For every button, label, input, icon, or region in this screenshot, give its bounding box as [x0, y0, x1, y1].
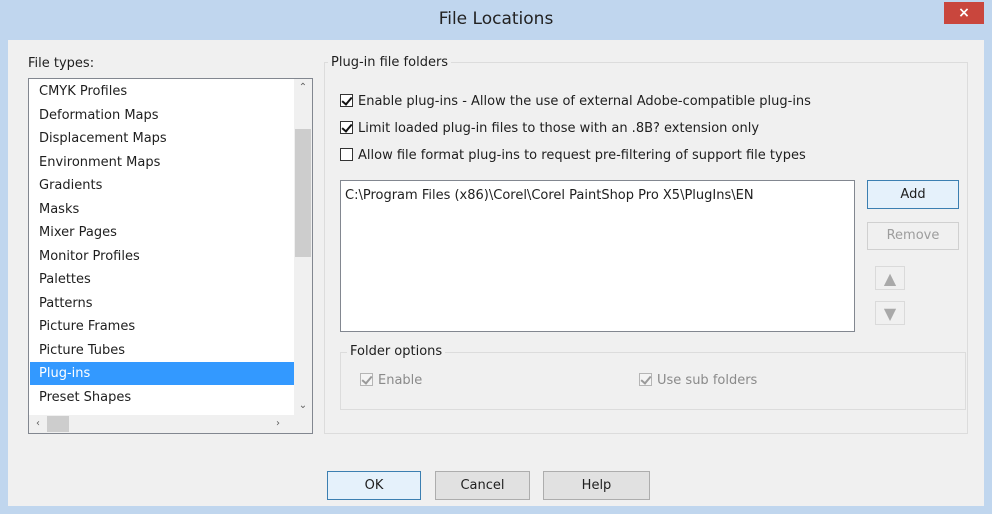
window-border — [0, 40, 8, 506]
limit-8b-label: Limit loaded plug-in files to those with… — [358, 121, 760, 136]
enable-plugins-checkbox[interactable] — [340, 94, 353, 107]
file-type-item[interactable]: Palettes — [30, 268, 294, 291]
folder-enable-label: Enable — [378, 373, 423, 388]
remove-button[interactable]: Remove — [867, 222, 959, 250]
plugin-folders-group-label: Plug-in file folders — [328, 55, 452, 70]
folder-enable-option[interactable]: Enable — [360, 373, 422, 391]
cancel-button[interactable]: Cancel — [435, 471, 530, 500]
file-type-item[interactable]: Masks — [30, 198, 294, 221]
file-type-item[interactable]: Patterns — [30, 292, 294, 315]
file-type-item[interactable]: Plug-ins — [30, 362, 294, 385]
scrollbar-corner — [294, 415, 312, 433]
file-types-list[interactable]: CMYK Profiles Deformation Maps Displacemen… — [28, 78, 313, 434]
horizontal-scroll-thumb[interactable] — [47, 416, 69, 432]
plugin-folder-list[interactable]: C:\Program Files (x86)\Corel\Corel Paint… — [340, 180, 855, 332]
file-type-item[interactable]: Picture Frames — [30, 315, 294, 338]
file-type-item[interactable]: Picture Tubes — [30, 339, 294, 362]
limit-8b-option[interactable]: Limit loaded plug-in files to those with… — [340, 121, 759, 139]
use-subfolders-label: Use sub folders — [657, 373, 758, 388]
dialog-title: File Locations — [438, 9, 554, 29]
prefilter-checkbox[interactable] — [340, 148, 353, 161]
enable-plugins-option[interactable]: Enable plug-ins - Allow the use of exter… — [340, 94, 811, 112]
file-type-item[interactable]: Gradients — [30, 174, 294, 197]
move-up-icon[interactable]: ▲ — [875, 266, 905, 290]
file-type-item[interactable]: Preset Shapes — [30, 386, 294, 409]
folder-options-label: Folder options — [347, 344, 446, 359]
scroll-down-icon[interactable]: ⌄ — [294, 397, 312, 415]
vertical-scroll-thumb[interactable] — [295, 129, 311, 257]
move-down-icon[interactable]: ▼ — [875, 301, 905, 325]
file-type-item[interactable]: CMYK Profiles — [30, 80, 294, 103]
folder-path-item[interactable]: C:\Program Files (x86)\Corel\Corel Paint… — [345, 188, 754, 203]
scroll-up-icon[interactable]: ⌃ — [294, 79, 312, 97]
prefilter-option[interactable]: Allow file format plug-ins to request pr… — [340, 148, 806, 166]
file-type-item[interactable]: Monitor Profiles — [30, 245, 294, 268]
add-button[interactable]: Add — [867, 180, 959, 209]
use-subfolders-option[interactable]: Use sub folders — [639, 373, 757, 391]
dialog-body: File types: CMYK Profiles Deformation Map… — [8, 40, 984, 506]
file-types-label: File types: — [28, 56, 95, 71]
close-icon: × — [958, 5, 970, 21]
use-subfolders-checkbox[interactable] — [639, 373, 652, 386]
enable-plugins-label: Enable plug-ins - Allow the use of exter… — [358, 94, 811, 109]
help-button[interactable]: Help — [543, 471, 650, 500]
close-button[interactable]: × — [944, 2, 984, 24]
vertical-scrollbar[interactable]: ⌃ ⌄ — [294, 79, 312, 415]
prefilter-label: Allow file format plug-ins to request pr… — [358, 148, 806, 163]
file-type-item[interactable]: Displacement Maps — [30, 127, 294, 150]
file-type-item[interactable]: Mixer Pages — [30, 221, 294, 244]
folder-enable-checkbox[interactable] — [360, 373, 373, 386]
file-locations-dialog: File Locations × File types: CMYK Profil… — [0, 0, 992, 514]
file-type-item[interactable]: Deformation Maps — [30, 104, 294, 127]
scroll-right-icon[interactable]: › — [269, 415, 287, 433]
scroll-left-icon[interactable]: ‹ — [29, 415, 47, 433]
limit-8b-checkbox[interactable] — [340, 121, 353, 134]
title-bar[interactable]: File Locations × — [0, 0, 992, 40]
ok-button[interactable]: OK — [327, 471, 421, 500]
file-type-item[interactable]: Environment Maps — [30, 151, 294, 174]
horizontal-scrollbar[interactable]: ‹ › — [29, 415, 296, 433]
